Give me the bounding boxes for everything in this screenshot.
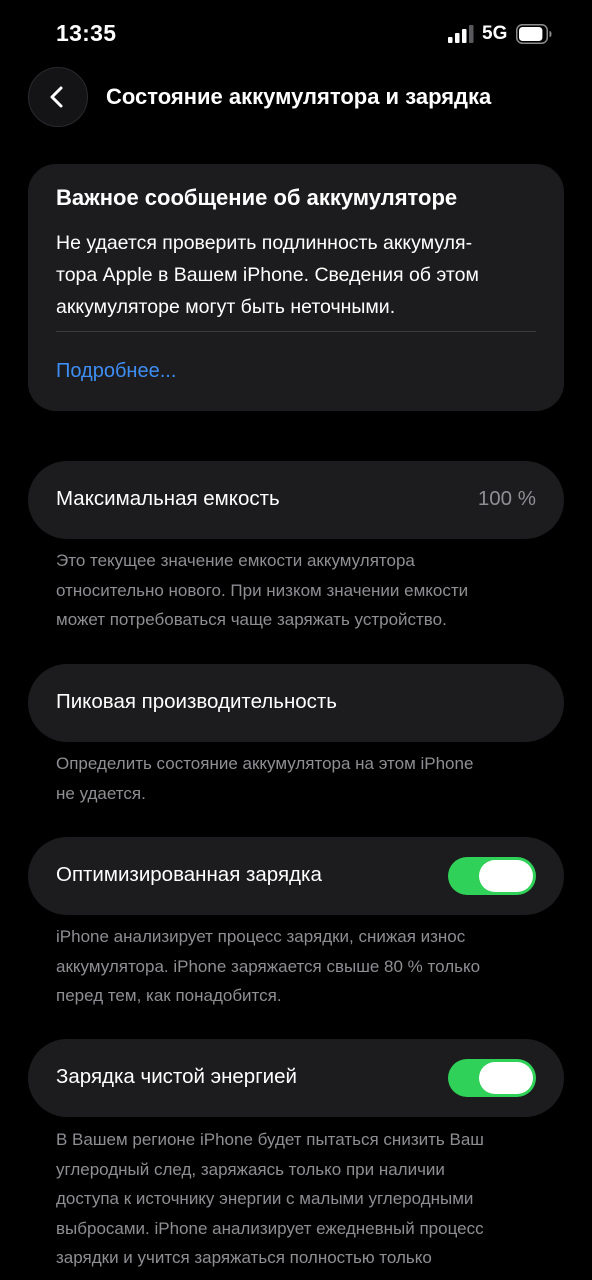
footnote-line: доступа к источнику энергии с малыми угл… [56, 1189, 474, 1208]
battery-message-line: тора Apple в Вашем iPhone. Сведения об э… [56, 264, 479, 286]
battery-message-line: Не удается проверить подлинность аккумул… [56, 232, 473, 254]
max-capacity-value: 100 % [477, 487, 536, 510]
divider [56, 331, 536, 332]
clean-energy-charging-footnote: В Вашем регионе iPhone будет пытаться сн… [56, 1125, 556, 1273]
footnote-line: углеродный след, заряжаясь только при на… [56, 1159, 445, 1179]
peak-performance-footnote: Определить состояние аккумулятора на это… [56, 749, 556, 808]
max-capacity-row: Максимальная емкость 100 % [28, 461, 564, 539]
battery-icon [516, 24, 552, 44]
footnote-line: зарядки и учится заряжаться полностью то… [56, 1248, 432, 1267]
battery-level-fill [519, 27, 543, 41]
footnote-line: относительно нового. При низком значении… [56, 580, 469, 600]
clean-energy-charging-row: Зарядка чистой энергией [28, 1039, 564, 1117]
cellular-signal-icon [448, 25, 474, 43]
footnote-line: iPhone анализирует процесс зарядки, сниж… [56, 927, 466, 946]
battery-message-title: Важное сообщение об аккумуляторе [56, 185, 458, 210]
navigation-bar: Состояние аккумулятора и зарядка [0, 66, 592, 130]
optimized-charging-label: Оптимизированная зарядка [56, 863, 322, 886]
chevron-left-icon [50, 86, 63, 108]
optimized-charging-toggle[interactable] [448, 857, 536, 895]
optimized-charging-row: Оптимизированная зарядка [28, 837, 564, 915]
battery-message-line: аккумуляторе могут быть неточными. [56, 296, 396, 318]
page-title: Состояние аккумулятора и зарядка [106, 84, 492, 109]
optimized-charging-footnote: iPhone анализирует процесс зарядки, сниж… [56, 922, 556, 1011]
footnote-line: Это текущее значение емкости аккумулятор… [56, 551, 415, 570]
footnote-line: перед тем, как понадобится. [56, 986, 282, 1005]
footnote-line: может потребоваться чаще заряжать устрой… [56, 610, 447, 629]
clean-energy-charging-toggle[interactable] [448, 1059, 536, 1097]
status-bar: 13:35 5G [0, 0, 592, 66]
peak-performance-label: Пиковая производительность [56, 690, 337, 713]
battery-message-body: Не удается проверить подлинность аккумул… [56, 227, 546, 323]
toggle-knob [479, 860, 533, 892]
status-time: 13:35 [56, 20, 117, 46]
footnote-line: В Вашем регионе iPhone будет пытаться сн… [56, 1130, 484, 1149]
clean-energy-charging-label: Зарядка чистой энергией [56, 1065, 297, 1088]
footnote-line: не удается. [56, 783, 146, 803]
battery-message-card: Важное сообщение об аккумуляторе Не удае… [28, 164, 564, 411]
footnote-line: Определить состояние аккумулятора на это… [56, 754, 474, 773]
footnote-line: аккумулятора. iPhone заряжается свыше 80… [56, 956, 481, 976]
footnote-line: выбросами. iPhone анализирует ежедневный… [56, 1218, 484, 1238]
toggle-knob [479, 1062, 533, 1094]
peak-performance-row: Пиковая производительность [28, 664, 564, 742]
max-capacity-label: Максимальная емкость [56, 487, 280, 510]
network-type: 5G [482, 23, 508, 44]
back-button[interactable] [28, 67, 88, 127]
max-capacity-footnote: Это текущее значение емкости аккумулятор… [56, 546, 556, 635]
learn-more-link[interactable]: Подробнее... [56, 360, 176, 383]
